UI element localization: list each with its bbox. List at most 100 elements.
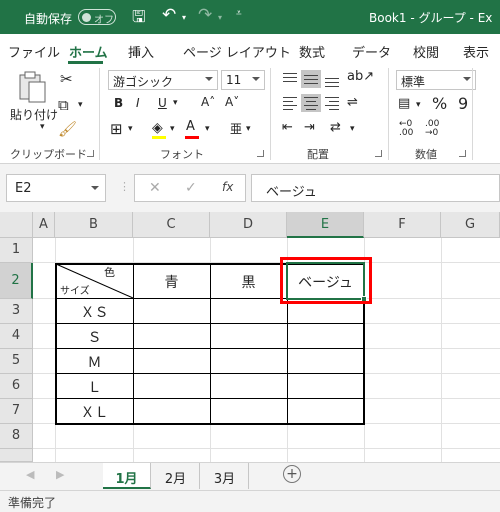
- row-header-3[interactable]: 3: [0, 299, 33, 324]
- group-divider: [388, 68, 389, 160]
- undo-dropdown-icon[interactable]: ▾: [182, 13, 186, 22]
- column-header-a[interactable]: A: [33, 212, 55, 238]
- align-center-button[interactable]: [301, 94, 321, 112]
- tab-page-layout[interactable]: ページ レイアウト: [183, 42, 291, 61]
- fill-color-dropdown-icon[interactable]: ▾: [170, 124, 175, 134]
- align-middle-button[interactable]: [301, 70, 321, 88]
- tab-data[interactable]: データ: [352, 42, 391, 61]
- row-header-7[interactable]: 7: [0, 399, 33, 424]
- borders-icon[interactable]: ⊞: [110, 120, 123, 138]
- comma-button[interactable]: 9: [458, 94, 468, 113]
- tab-view[interactable]: 表示: [463, 42, 489, 61]
- autosave-toggle[interactable]: オフ: [78, 9, 116, 26]
- autosave-state: オフ: [94, 15, 114, 26]
- formula-input[interactable]: ベージュ: [251, 174, 500, 202]
- paste-icon[interactable]: [12, 70, 52, 104]
- underline-button[interactable]: U: [158, 96, 167, 110]
- undo-icon[interactable]: ↶: [162, 5, 176, 25]
- tab-file[interactable]: ファイル: [8, 42, 60, 61]
- align-bottom-button[interactable]: [322, 70, 342, 88]
- row-header-6[interactable]: 6: [0, 374, 33, 399]
- font-size-select[interactable]: 11: [221, 70, 265, 90]
- currency-icon[interactable]: ▤: [398, 96, 410, 111]
- shrink-font-button[interactable]: A˅: [225, 95, 239, 109]
- paste-button[interactable]: 貼り付け: [10, 106, 58, 123]
- cell-b6[interactable]: Ｌ: [56, 377, 133, 397]
- sheet-tab-1[interactable]: 1月: [103, 463, 151, 489]
- tab-insert[interactable]: 挿入: [128, 42, 154, 61]
- font-color-dropdown-icon[interactable]: ▾: [205, 124, 210, 134]
- scroll-left-icon[interactable]: ◀: [26, 468, 34, 481]
- cell-c2[interactable]: 青: [133, 272, 210, 292]
- row-header-8[interactable]: 8: [0, 424, 33, 449]
- number-format-select[interactable]: 標準: [396, 70, 476, 90]
- decrease-decimal-icon[interactable]: .00 →0: [425, 120, 439, 138]
- currency-dropdown-icon[interactable]: ▾: [416, 100, 421, 110]
- column-header-e[interactable]: E: [287, 212, 364, 238]
- column-header-f[interactable]: F: [364, 212, 441, 238]
- column-header-b[interactable]: B: [55, 212, 133, 238]
- borders-dropdown-icon[interactable]: ▾: [128, 124, 133, 134]
- toggle-knob: [82, 13, 91, 22]
- cell-b7[interactable]: ＸＬ: [56, 402, 133, 422]
- add-sheet-icon[interactable]: +: [283, 465, 301, 483]
- cell-d2[interactable]: 黒: [210, 272, 287, 292]
- orientation-icon[interactable]: ab↗: [347, 69, 374, 84]
- align-top-button[interactable]: [280, 70, 300, 88]
- increase-indent-icon[interactable]: ⇥: [304, 120, 315, 135]
- merge-dropdown-icon[interactable]: ▾: [350, 124, 355, 134]
- row-header-9[interactable]: [0, 449, 33, 462]
- sheet-tab-2[interactable]: 2月: [152, 463, 200, 489]
- phonetic-dropdown-icon[interactable]: ▾: [246, 124, 251, 134]
- tab-formulas[interactable]: 数式: [299, 42, 325, 61]
- font-name-select[interactable]: 游ゴシック: [108, 70, 218, 90]
- decrease-indent-icon[interactable]: ⇤: [282, 120, 293, 135]
- merge-center-icon[interactable]: ⇄: [330, 120, 341, 135]
- align-left-button[interactable]: [280, 94, 300, 112]
- number-launcher-icon[interactable]: [459, 150, 466, 157]
- italic-button[interactable]: I: [136, 96, 140, 110]
- font-launcher-icon[interactable]: [257, 150, 264, 157]
- font-color-swatch: [185, 136, 199, 139]
- clipboard-launcher-icon[interactable]: [87, 150, 94, 157]
- grow-font-button[interactable]: A˄: [201, 95, 215, 109]
- insert-function-button[interactable]: fx: [222, 180, 233, 194]
- customize-qat-icon[interactable]: ⩡: [236, 8, 242, 19]
- increase-decimal-icon[interactable]: ←0.00: [399, 120, 413, 138]
- sheet-tab-3[interactable]: 3月: [201, 463, 249, 489]
- percent-button[interactable]: %: [432, 94, 447, 113]
- bold-button[interactable]: B: [114, 96, 123, 110]
- copy-dropdown-icon[interactable]: ▾: [78, 100, 83, 110]
- underline-dropdown-icon[interactable]: ▾: [173, 98, 178, 108]
- align-right-button[interactable]: [322, 94, 342, 112]
- cell-b3[interactable]: ＸＳ: [56, 302, 133, 322]
- fill-color-icon[interactable]: ◈: [152, 120, 163, 136]
- column-header-c[interactable]: C: [133, 212, 210, 238]
- font-color-icon[interactable]: A: [186, 119, 195, 134]
- grip-icon[interactable]: ⋮: [119, 180, 130, 193]
- row-header-1[interactable]: 1: [0, 238, 33, 263]
- tab-review[interactable]: 校閲: [413, 42, 439, 61]
- save-icon[interactable]: 🖫: [132, 6, 146, 33]
- scroll-right-icon[interactable]: ▶: [56, 468, 64, 481]
- name-box[interactable]: E2: [6, 174, 106, 202]
- formula-bar: E2 ⋮ ✕ ✓ fx ベージュ: [0, 164, 500, 212]
- row-header-5[interactable]: 5: [0, 349, 33, 374]
- tab-home[interactable]: ホーム: [69, 42, 108, 61]
- wrap-text-icon[interactable]: ⇌: [347, 95, 358, 110]
- autosave-label: 自動保存: [24, 12, 73, 26]
- copy-icon[interactable]: ⧉: [58, 96, 69, 114]
- select-all-corner[interactable]: [0, 212, 33, 238]
- cell-b5[interactable]: Ｍ: [56, 352, 133, 372]
- column-header-d[interactable]: D: [210, 212, 287, 238]
- paste-dropdown-icon[interactable]: ▾: [40, 122, 45, 132]
- cell-b4[interactable]: Ｓ: [56, 327, 133, 347]
- format-painter-icon[interactable]: 🖌: [58, 120, 77, 138]
- phonetic-icon[interactable]: 亜: [230, 120, 242, 137]
- row-header-2[interactable]: 2: [0, 263, 33, 299]
- row-header-4[interactable]: 4: [0, 324, 33, 349]
- cut-icon[interactable]: ✂: [60, 70, 73, 88]
- column-header-g[interactable]: G: [441, 212, 500, 238]
- alignment-launcher-icon[interactable]: [375, 150, 382, 157]
- window-title: Book1 - グループ - Ex: [369, 11, 493, 25]
